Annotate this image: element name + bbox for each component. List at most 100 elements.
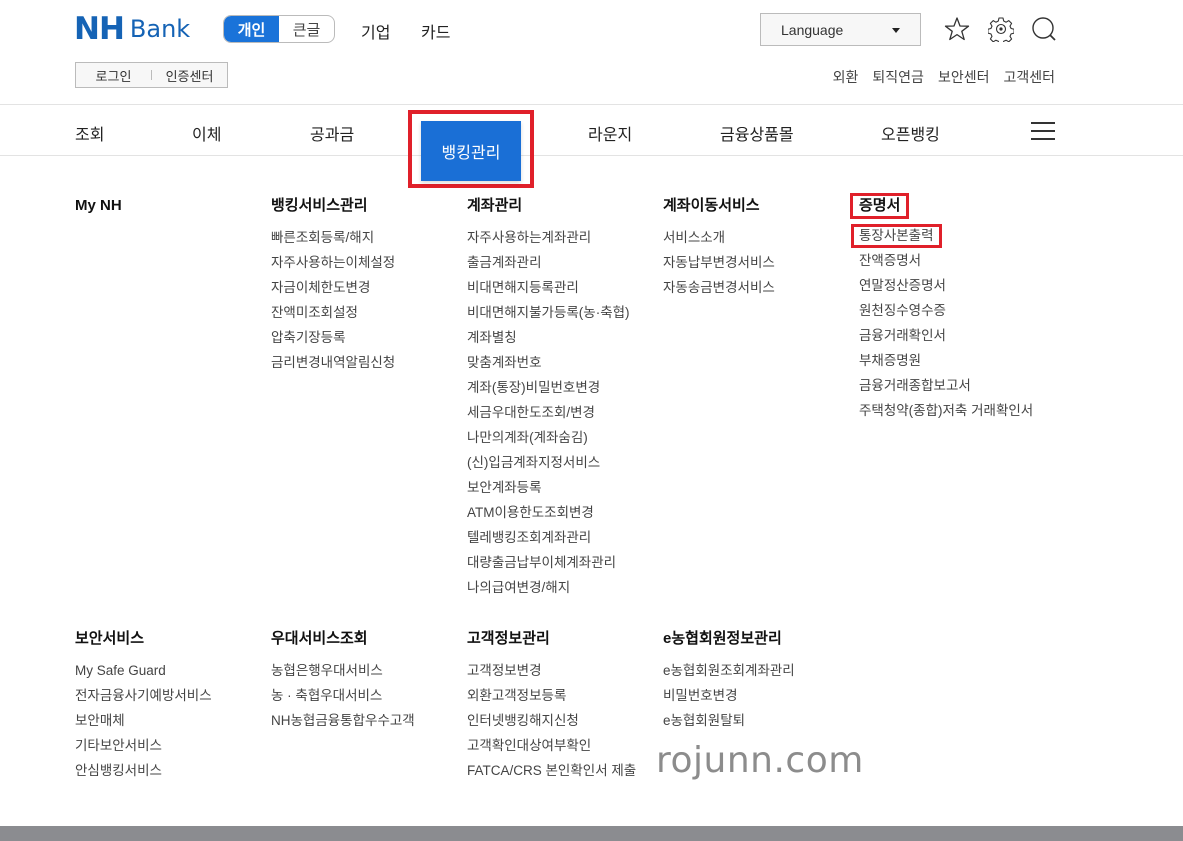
language-select[interactable]: Language: [760, 13, 921, 46]
menu-item[interactable]: 대량출금납부이체계좌관리: [467, 550, 630, 575]
menu-group-certificates: 증명서 통장사본출력 잔액증명서 연말정산증명서 원천징수영수증 금융거래확인서…: [850, 193, 1039, 420]
gnb-item-inquiry[interactable]: 조회: [75, 121, 104, 145]
menu-item[interactable]: 농 · 축협우대서비스: [271, 683, 415, 708]
menu-group-account-switch: 계좌이동서비스 서비스소개 자동납부변경서비스 자동송금변경서비스: [663, 196, 775, 300]
util-link-pension[interactable]: 퇴직연금: [872, 67, 924, 87]
top-link-card[interactable]: 카드: [421, 19, 450, 43]
menu-group-banking-service: 뱅킹서비스관리 빠른조회등록/해지 자주사용하는이체설정 자금이체한도변경 잔액…: [271, 196, 395, 375]
menu-item[interactable]: 농협은행우대서비스: [271, 658, 415, 683]
menu-group-title: 고객정보관리: [467, 630, 550, 647]
menu-item[interactable]: 금리변경내역알림신청: [271, 350, 395, 375]
star-icon[interactable]: [944, 16, 970, 42]
menu-group-title: 계좌이동서비스: [663, 197, 760, 214]
menu-item[interactable]: 주택청약(종합)저축 거래확인서: [859, 398, 1039, 420]
menu-item[interactable]: ATM이용한도조회변경: [467, 500, 630, 525]
login-box: 로그인 인증센터: [75, 62, 228, 88]
gnb-item-transfer[interactable]: 이체: [192, 121, 221, 145]
menu-item[interactable]: 자동납부변경서비스: [663, 250, 775, 275]
nh-bank-logo[interactable]: NH Bank: [74, 11, 191, 47]
gnb-item-product-mall[interactable]: 금융상품몰: [720, 121, 794, 145]
menu-item[interactable]: NH농협금융통합우수고객: [271, 708, 415, 733]
gnb-item-utility-bill[interactable]: 공과금: [310, 121, 354, 145]
mode-personal-button[interactable]: 개인: [224, 16, 279, 42]
menu-item[interactable]: 비대면해지불가등록(농·축협): [467, 300, 630, 325]
menu-item[interactable]: 인터넷뱅킹해지신청: [467, 708, 636, 733]
menu-item[interactable]: 계좌(통장)비밀번호변경: [467, 375, 630, 400]
menu-item[interactable]: 전자금융사기예방서비스: [75, 683, 212, 708]
menu-item[interactable]: 나만의계좌(계좌숨김): [467, 425, 630, 450]
menu-group-title[interactable]: My NH: [75, 196, 122, 216]
menu-item[interactable]: 자동송금변경서비스: [663, 275, 775, 300]
menu-item[interactable]: My Safe Guard: [75, 658, 212, 683]
menu-item[interactable]: 안심뱅킹서비스: [75, 758, 212, 783]
caret-down-icon: [892, 28, 900, 33]
mode-toggle: 개인 큰글: [223, 15, 335, 43]
menu-item[interactable]: 자주사용하는계좌관리: [467, 225, 630, 250]
watermark: rojunn.com: [656, 740, 864, 781]
menu-item[interactable]: 맞춤계좌번호: [467, 350, 630, 375]
menu-item[interactable]: e농협회원조회계좌관리: [663, 658, 795, 683]
main-navigation: 조회 이체 공과금 라운지 금융상품몰 오픈뱅킹: [0, 104, 1183, 156]
menu-item[interactable]: 압축기장등록: [271, 325, 395, 350]
menu-item[interactable]: 기타보안서비스: [75, 733, 212, 758]
menu-item[interactable]: 보안계좌등록: [467, 475, 630, 500]
menu-group-title: 우대서비스조회: [271, 630, 368, 647]
menu-item[interactable]: 외환고객정보등록: [467, 683, 636, 708]
menu-item[interactable]: 텔레뱅킹조회계좌관리: [467, 525, 630, 550]
gnb-item-open-banking[interactable]: 오픈뱅킹: [881, 121, 940, 145]
menu-item[interactable]: 세금우대한도조회/변경: [467, 400, 630, 425]
logo-bank-text: Bank: [129, 15, 191, 43]
menu-item[interactable]: 고객정보변경: [467, 658, 636, 683]
menu-group-title: 계좌관리: [467, 197, 523, 214]
top-link-corporate[interactable]: 기업: [361, 19, 390, 43]
mode-large-font-button[interactable]: 큰글: [279, 16, 334, 42]
menu-item[interactable]: 빠른조회등록/해지: [271, 225, 395, 250]
hamburger-menu-icon[interactable]: [1031, 122, 1055, 140]
menu-item[interactable]: 출금계좌관리: [467, 250, 630, 275]
util-link-customer-center[interactable]: 고객센터: [1003, 67, 1055, 87]
menu-group-title-highlighted: 증명서: [850, 193, 910, 219]
menu-item[interactable]: 자주사용하는이체설정: [271, 250, 395, 275]
menu-group-account-management: 계좌관리 자주사용하는계좌관리 출금계좌관리 비대면해지등록관리 비대면해지불가…: [467, 196, 630, 600]
menu-item[interactable]: 금융거래확인서: [859, 323, 1039, 348]
menu-item[interactable]: 잔액증명서: [859, 248, 1039, 273]
menu-item[interactable]: 나의급여변경/해지: [467, 575, 630, 600]
menu-group-security: 보안서비스 My Safe Guard 전자금융사기예방서비스 보안매체 기타보…: [75, 629, 212, 783]
menu-group-customer-info: 고객정보관리 고객정보변경 외환고객정보등록 인터넷뱅킹해지신청 고객확인대상여…: [467, 629, 636, 783]
menu-group-title: e농협회원정보관리: [663, 630, 782, 647]
menu-item[interactable]: 계좌별칭: [467, 325, 630, 350]
search-icon[interactable]: [1031, 16, 1057, 42]
menu-item[interactable]: 자금이체한도변경: [271, 275, 395, 300]
menu-item[interactable]: 잔액미조회설정: [271, 300, 395, 325]
menu-item[interactable]: e농협회원탈퇴: [663, 708, 795, 733]
menu-group-e-nonghyup-member: e농협회원정보관리 e농협회원조회계좌관리 비밀번호변경 e농협회원탈퇴: [663, 629, 795, 733]
menu-group-title: 뱅킹서비스관리: [271, 197, 368, 214]
menu-item[interactable]: 비대면해지등록관리: [467, 275, 630, 300]
menu-item-passbook-copy-highlighted[interactable]: 통장사본출력: [851, 224, 942, 248]
menu-item[interactable]: 서비스소개: [663, 225, 775, 250]
menu-item[interactable]: 연말정산증명서: [859, 273, 1039, 298]
menu-item[interactable]: 부채증명원: [859, 348, 1039, 373]
logo-nh-text: NH: [74, 11, 125, 47]
language-label: Language: [781, 21, 844, 38]
gear-icon[interactable]: [987, 16, 1015, 45]
menu-item[interactable]: 보안매체: [75, 708, 212, 733]
gnb-item-lounge[interactable]: 라운지: [588, 121, 632, 145]
gnb-item-banking-management[interactable]: 뱅킹관리: [421, 121, 521, 181]
cert-center-button[interactable]: 인증센터: [152, 66, 227, 85]
util-link-security-center[interactable]: 보안센터: [938, 67, 990, 87]
highlight-box: 뱅킹관리: [408, 110, 534, 188]
login-button[interactable]: 로그인: [76, 66, 151, 85]
utility-links: 외환 퇴직연금 보안센터 고객센터: [833, 67, 1055, 87]
menu-group-my-nh: My NH: [75, 196, 122, 225]
menu-item[interactable]: 원천징수영수증: [859, 298, 1039, 323]
footer-bar: [0, 826, 1183, 841]
menu-item[interactable]: (신)입금계좌지정서비스: [467, 450, 630, 475]
util-link-forex[interactable]: 외환: [833, 67, 859, 87]
menu-item[interactable]: 고객확인대상여부확인: [467, 733, 636, 758]
menu-item[interactable]: 금융거래종합보고서: [859, 373, 1039, 398]
menu-item[interactable]: 비밀번호변경: [663, 683, 795, 708]
menu-group-title: 보안서비스: [75, 630, 145, 647]
menu-item[interactable]: FATCA/CRS 본인확인서 제출: [467, 758, 636, 783]
menu-group-preferential: 우대서비스조회 농협은행우대서비스 농 · 축협우대서비스 NH농협금융통합우수…: [271, 629, 415, 733]
